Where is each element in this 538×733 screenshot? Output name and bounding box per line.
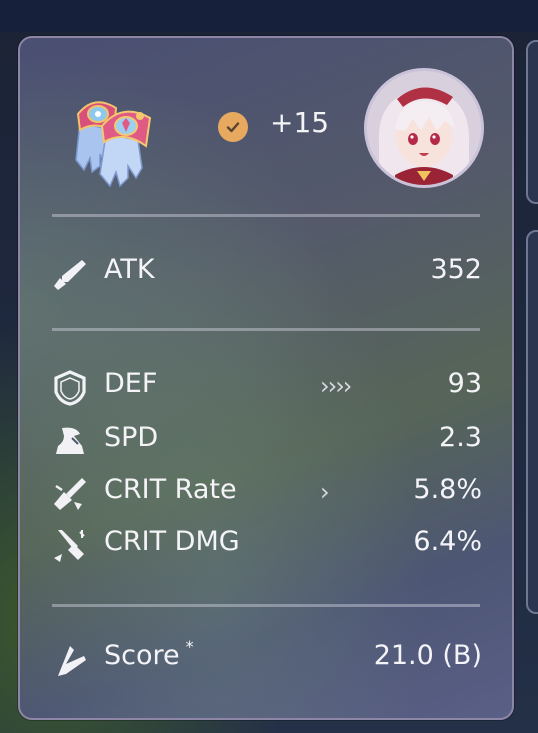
app-background: +15 ATK 352 DEF ›››› 93 SPD 2.3 CRIT Rat… <box>0 0 538 733</box>
sub-stat-row: CRIT Rate › 5.8% <box>52 470 482 514</box>
top-bar <box>0 0 538 32</box>
character-portrait-icon <box>367 71 481 185</box>
sub-stat-row: CRIT DMG 6.4% <box>52 522 482 566</box>
score-row: Score * 21.0 (B) <box>52 636 482 680</box>
adjacent-card-edge[interactable] <box>526 40 538 204</box>
glove-relic-icon <box>75 101 152 188</box>
crit-dmg-icon <box>54 530 85 562</box>
sub-stat-label: SPD <box>104 422 159 453</box>
sub-stat-value: 6.4% <box>413 526 482 557</box>
roll-indicator: › <box>320 478 330 506</box>
sub-stat-label: CRIT DMG <box>104 526 240 557</box>
check-icon <box>218 112 248 142</box>
main-stat-divider <box>52 328 480 331</box>
score-value: 21.0 (B) <box>373 640 482 671</box>
relic-card[interactable]: +15 ATK 352 DEF ›››› 93 SPD 2.3 CRIT Rat… <box>18 36 514 720</box>
sub-stat-value: 2.3 <box>439 422 482 453</box>
relic-header: +15 <box>20 38 512 214</box>
sub-stat-row: DEF ›››› 93 <box>52 364 482 408</box>
roll-indicator: ›››› <box>320 372 352 400</box>
main-stat-row: ATK 352 <box>52 250 482 294</box>
sub-stat-value: 5.8% <box>413 474 482 505</box>
sub-stat-row: SPD 2.3 <box>52 418 482 462</box>
sub-stat-label: DEF <box>104 368 158 399</box>
boot-icon <box>56 427 84 454</box>
relic-level: +15 <box>270 106 330 139</box>
sub-stat-label: CRIT Rate <box>104 474 237 505</box>
character-avatar[interactable] <box>364 68 484 188</box>
score-asterisk: * <box>185 637 194 656</box>
main-stat-label: ATK <box>104 254 155 285</box>
sub-stats-divider <box>52 604 480 607</box>
sword-icon <box>54 260 86 290</box>
shield-icon <box>54 370 86 406</box>
score-icon <box>58 646 86 676</box>
sub-stat-value: 93 <box>447 368 482 399</box>
adjacent-card-edge-lower[interactable] <box>526 230 538 614</box>
score-label: Score * <box>104 637 194 671</box>
main-stat-value: 352 <box>430 254 482 285</box>
crit-rate-icon <box>54 478 86 510</box>
header-divider <box>52 214 480 217</box>
